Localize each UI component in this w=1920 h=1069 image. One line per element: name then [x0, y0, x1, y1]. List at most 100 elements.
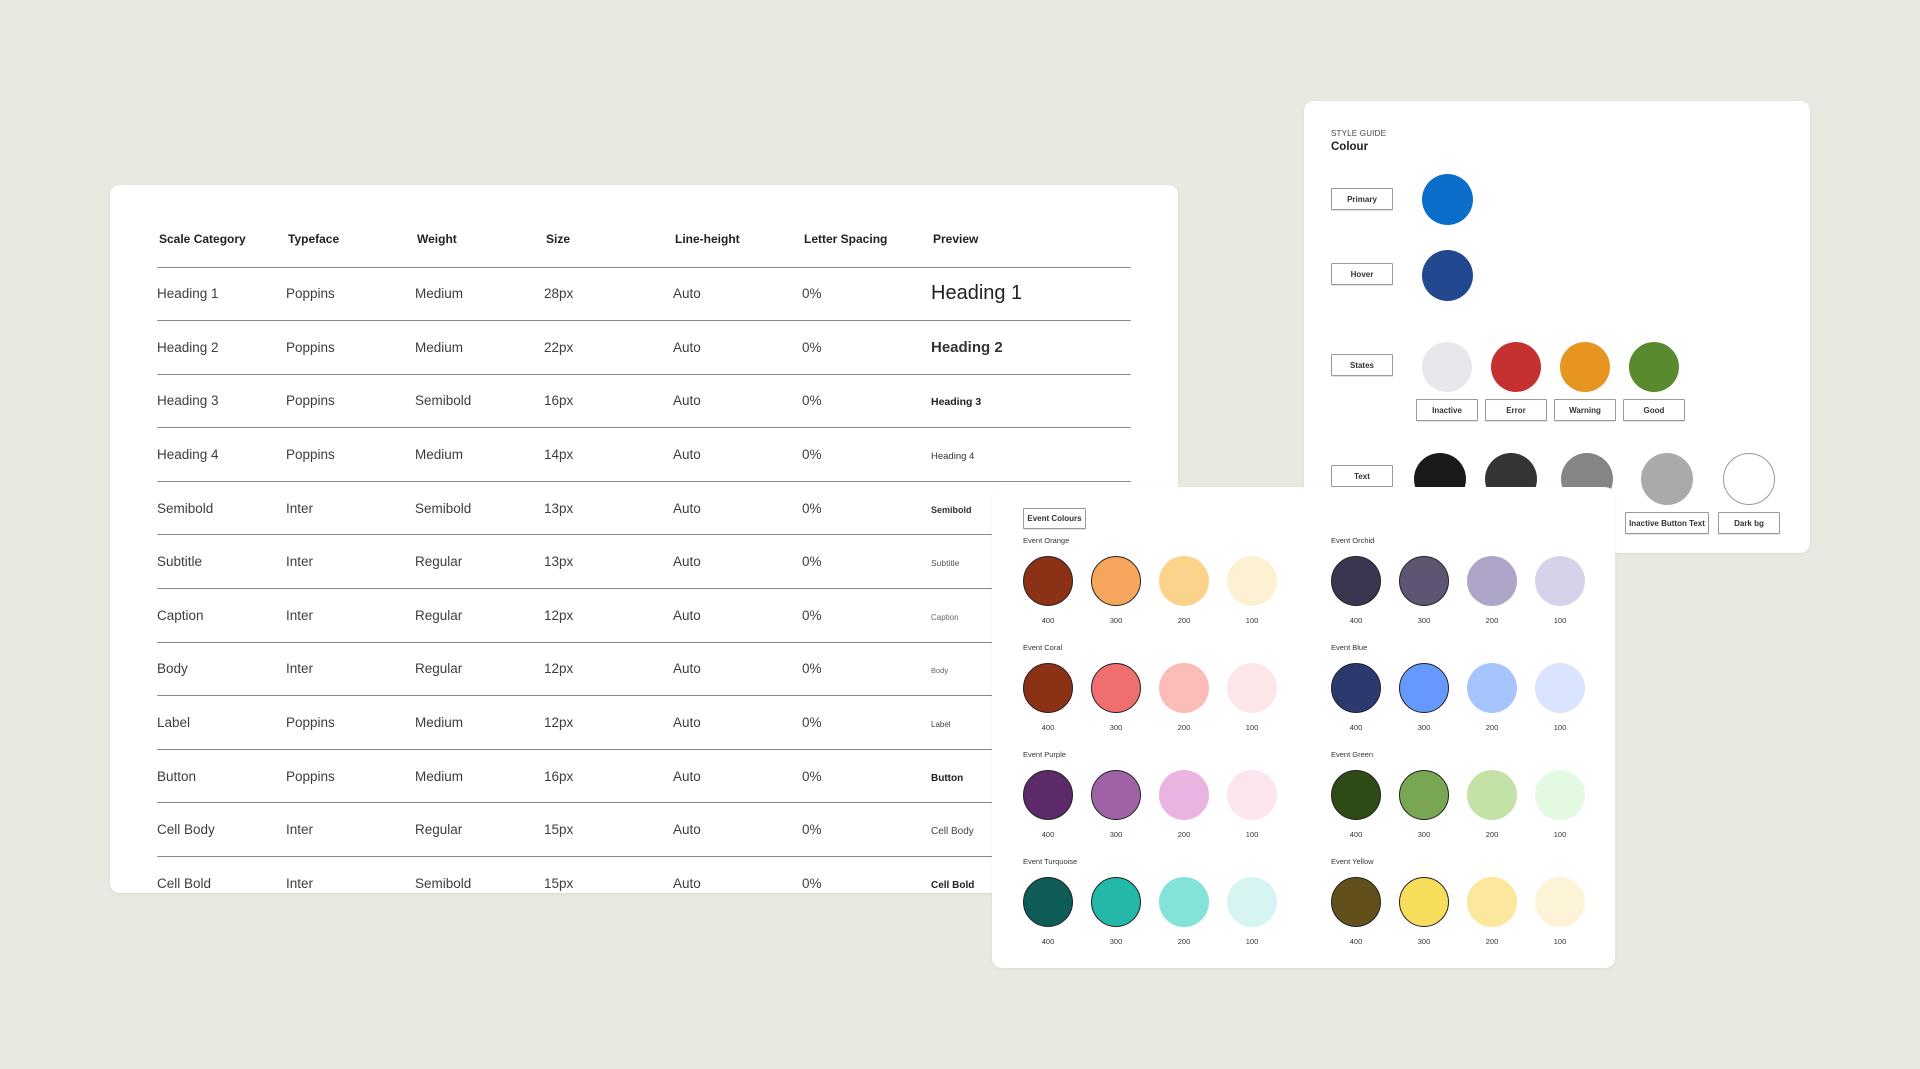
- text-colour-swatch: [1723, 453, 1775, 505]
- cell-size: 13px: [544, 534, 673, 590]
- event-swatch: [1331, 556, 1381, 606]
- cell-letter-spacing: 0%: [802, 427, 931, 482]
- state-label-tag: Warning: [1554, 399, 1616, 421]
- event-shade-label: 100: [1245, 723, 1259, 732]
- event-shade-label: 200: [1177, 937, 1191, 946]
- event-shade-label: 300: [1417, 937, 1431, 946]
- preview-sample: Cell Bold: [931, 880, 975, 892]
- cell-weight: Medium: [415, 427, 544, 482]
- table-row: Heading 4 Poppins Medium 14px Auto 0% Heading …: [157, 427, 1131, 482]
- cell-weight: Regular: [415, 802, 544, 858]
- cell-size: 22px: [544, 320, 673, 375]
- cell-typeface: Poppins: [286, 427, 415, 482]
- event-shade-label: 200: [1485, 723, 1499, 732]
- event-swatch: [1467, 770, 1517, 820]
- event-group-title: Event Purple: [1023, 750, 1066, 759]
- event-colours-tag: Event Colours: [1023, 508, 1086, 529]
- cell-line-height: Auto: [673, 320, 802, 375]
- preview-sample: Heading 1: [931, 282, 1023, 305]
- cell-weight: Semibold: [415, 374, 544, 429]
- event-shade-label: 400: [1349, 616, 1363, 625]
- event-group-title: Event Orchid: [1331, 536, 1375, 545]
- preview-sample: Button: [931, 772, 964, 784]
- table-row: Heading 3 Poppins Semibold 16px Auto 0% Headin…: [157, 374, 1131, 429]
- event-shade-label: 400: [1041, 723, 1055, 732]
- event-swatch: [1331, 663, 1381, 713]
- cell-typeface: Poppins: [286, 267, 415, 322]
- table-header-row: Scale Category Typeface Weight Size Line…: [157, 211, 1131, 268]
- event-swatch: [1159, 663, 1209, 713]
- cell-weight: Regular: [415, 588, 544, 643]
- cell-letter-spacing: 0%: [802, 320, 931, 375]
- state-swatch: [1629, 342, 1679, 392]
- event-swatch: [1091, 556, 1141, 606]
- cell-letter-spacing: 0%: [802, 802, 931, 858]
- cell-line-height: Auto: [673, 374, 802, 429]
- preview-sample: Heading 4: [931, 451, 975, 463]
- event-swatch: [1399, 663, 1449, 713]
- cell-typeface: Poppins: [286, 695, 415, 750]
- event-group-title: Event Coral: [1023, 643, 1063, 652]
- header-letter-spacing: Letter Spacing: [802, 211, 931, 268]
- cell-size: 16px: [544, 749, 673, 804]
- event-swatch: [1091, 663, 1141, 713]
- cell-typeface: Inter: [286, 481, 415, 536]
- cell-category: Heading 4: [157, 427, 286, 482]
- cell-category: Caption: [157, 588, 286, 643]
- cell-weight: Semibold: [415, 876, 472, 892]
- cell-typeface: Inter: [286, 802, 415, 858]
- cell-weight: Medium: [415, 695, 544, 750]
- event-shade-label: 200: [1177, 723, 1191, 732]
- state-swatch: [1560, 342, 1610, 392]
- typography-table-body: Heading 1 Poppins Medium 28px Auto 0% Heading …: [157, 267, 1131, 910]
- header-preview: Preview: [931, 211, 1131, 268]
- event-swatch: [1535, 663, 1585, 713]
- preview-sample: Cell Body: [931, 826, 974, 838]
- cell-letter-spacing: 0%: [802, 695, 931, 750]
- typography-table: Scale Category Typeface Weight Size Line…: [157, 211, 1131, 910]
- header-line-height: Line-height: [673, 211, 802, 268]
- event-swatch: [1091, 770, 1141, 820]
- event-swatch: [1159, 770, 1209, 820]
- preview-sample: Subtitle: [931, 558, 960, 569]
- cell-category: Heading 3: [157, 374, 286, 429]
- cell-preview: Heading 1: [931, 267, 1131, 322]
- text-colour-label-tag: Dark bg: [1718, 512, 1780, 534]
- cell-letter-spacing: 0%: [802, 876, 822, 892]
- event-shade-label: 200: [1177, 616, 1191, 625]
- cell-preview: Heading 3: [931, 374, 1131, 429]
- preview-sample: Semibold: [931, 504, 972, 515]
- cell-letter-spacing: 0%: [802, 267, 931, 322]
- event-shade-label: 400: [1041, 616, 1055, 625]
- state-swatch: [1491, 342, 1541, 392]
- cell-typeface: Inter: [286, 534, 415, 590]
- cell-weight: Regular: [415, 534, 544, 590]
- style-guide-title: Colour: [1331, 141, 1369, 153]
- cell-category: Body: [157, 642, 286, 697]
- cell-line-height: Auto: [673, 427, 802, 482]
- event-shade-label: 200: [1485, 616, 1499, 625]
- table-row: Semibold Inter Semibold 13px Auto 0% Semibold: [157, 481, 1131, 536]
- event-swatch: [1535, 877, 1585, 927]
- preview-sample: Label: [931, 720, 951, 730]
- cell-size: 28px: [544, 267, 673, 322]
- cell-typeface: Inter: [286, 588, 415, 643]
- event-shade-label: 200: [1485, 830, 1499, 839]
- cell-size: 16px: [544, 374, 673, 429]
- cell-category: Cell Body: [157, 802, 286, 858]
- table-row: Cell Bold Inter Semibold 15px Auto 0% Cell Bol…: [157, 857, 1131, 911]
- cell-line-height: Auto: [673, 802, 802, 858]
- cell-letter-spacing: 0%: [802, 481, 931, 536]
- event-shade-label: 400: [1349, 937, 1363, 946]
- event-colours-card: Event Colours Event Orange 400 300 200 100 Ev…: [992, 487, 1615, 968]
- event-swatch: [1023, 770, 1073, 820]
- state-label-tag: Good: [1623, 399, 1685, 421]
- event-shade-label: 100: [1245, 937, 1259, 946]
- primary-tag: Primary: [1331, 188, 1393, 210]
- event-swatch: [1091, 877, 1141, 927]
- cell-preview: Heading 4: [931, 427, 1131, 482]
- table-row: Heading 1 Poppins Medium 28px Auto 0% Heading …: [157, 267, 1131, 322]
- cell-size: 12px: [544, 695, 673, 750]
- event-shade-label: 300: [1109, 830, 1123, 839]
- event-shade-label: 400: [1041, 830, 1055, 839]
